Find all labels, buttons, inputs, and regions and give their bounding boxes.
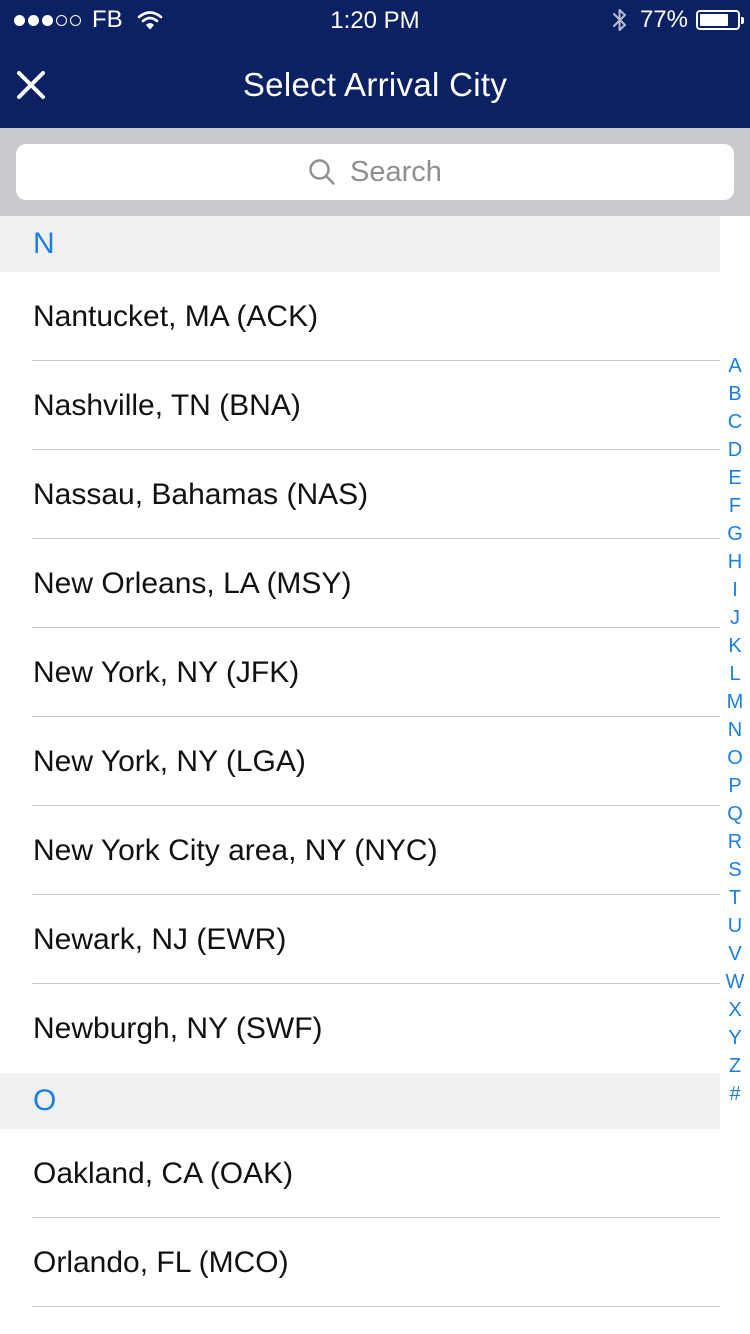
index-letter[interactable]: H xyxy=(720,548,750,576)
section-header-n: N xyxy=(0,216,720,272)
city-label: Nassau, Bahamas (NAS) xyxy=(33,478,369,511)
section-header-o: O xyxy=(0,1073,720,1129)
city-row[interactable]: Newark, NJ (EWR) xyxy=(0,895,720,984)
index-letter[interactable]: Q xyxy=(720,800,750,828)
index-letter[interactable]: K xyxy=(720,632,750,660)
city-row[interactable]: Orlando, FL (MCO) xyxy=(0,1218,720,1307)
bluetooth-icon xyxy=(612,7,628,33)
battery-level-fill xyxy=(700,14,728,26)
battery-percent: 77% xyxy=(639,6,688,33)
search-input[interactable]: Search xyxy=(16,144,734,200)
index-letter[interactable]: L xyxy=(720,660,750,688)
battery-icon xyxy=(696,10,744,30)
index-letter[interactable]: N xyxy=(720,716,750,744)
index-letter[interactable]: # xyxy=(720,1080,750,1108)
index-letter[interactable]: Y xyxy=(720,1024,750,1052)
city-row[interactable]: Nassau, Bahamas (NAS) xyxy=(0,450,720,539)
section-index-bar[interactable]: A B C D E F G H I J K L M N O P Q R S T U V W X Y Z # xyxy=(720,352,750,1108)
status-right: 77% xyxy=(612,6,744,34)
search-placeholder: Search xyxy=(350,155,442,188)
index-letter[interactable]: U xyxy=(720,912,750,940)
battery-nub xyxy=(741,17,744,24)
search-icon xyxy=(308,158,336,186)
city-row[interactable]: Newburgh, NY (SWF) xyxy=(0,984,720,1073)
page-title: Select Arrival City xyxy=(242,66,508,103)
index-letter[interactable]: E xyxy=(720,464,750,492)
city-label: Orlando, FL (MCO) xyxy=(33,1246,289,1279)
city-row[interactable]: New York, NY (LGA) xyxy=(0,717,720,806)
city-row[interactable]: Nashville, TN (BNA) xyxy=(0,361,720,450)
index-letter[interactable]: W xyxy=(720,968,750,996)
row-divider xyxy=(32,1306,720,1307)
index-letter[interactable]: Z xyxy=(720,1052,750,1080)
index-letter[interactable]: S xyxy=(720,856,750,884)
city-list: N Nantucket, MA (ACK) Nashville, TN (BNA… xyxy=(0,216,720,1307)
status-bar: FB 1:20 PM 77% xyxy=(0,0,750,40)
index-letter[interactable]: C xyxy=(720,408,750,436)
city-label: Newark, NJ (EWR) xyxy=(33,923,287,956)
city-label: New York, NY (LGA) xyxy=(33,745,306,778)
city-row[interactable]: New York, NY (JFK) xyxy=(0,628,720,717)
index-letter[interactable]: X xyxy=(720,996,750,1024)
city-label: New Orleans, LA (MSY) xyxy=(33,567,352,600)
city-row[interactable]: Nantucket, MA (ACK) xyxy=(0,272,720,361)
index-letter[interactable]: M xyxy=(720,688,750,716)
search-bar: Search xyxy=(0,128,750,216)
city-label: New York, NY (JFK) xyxy=(33,656,300,689)
index-letter[interactable]: D xyxy=(720,436,750,464)
index-letter[interactable]: B xyxy=(720,380,750,408)
index-letter[interactable]: P xyxy=(720,772,750,800)
index-letter[interactable]: I xyxy=(720,576,750,604)
index-letter[interactable]: A xyxy=(720,352,750,380)
index-letter[interactable]: J xyxy=(720,604,750,632)
city-label: New York City area, NY (NYC) xyxy=(33,834,438,867)
city-row[interactable]: New York City area, NY (NYC) xyxy=(0,806,720,895)
index-letter[interactable]: R xyxy=(720,828,750,856)
index-letter[interactable]: V xyxy=(720,940,750,968)
city-label: Newburgh, NY (SWF) xyxy=(33,1012,323,1045)
index-letter[interactable]: T xyxy=(720,884,750,912)
index-letter[interactable]: O xyxy=(720,744,750,772)
index-letter[interactable]: G xyxy=(720,520,750,548)
navigation-bar: Select Arrival City xyxy=(0,40,750,128)
index-letter[interactable]: F xyxy=(720,492,750,520)
city-label: Nantucket, MA (ACK) xyxy=(33,300,319,333)
city-row[interactable]: Oakland, CA (OAK) xyxy=(0,1129,720,1218)
city-row[interactable]: New Orleans, LA (MSY) xyxy=(0,539,720,628)
city-label: Nashville, TN (BNA) xyxy=(33,389,301,422)
city-label: Oakland, CA (OAK) xyxy=(33,1157,294,1190)
